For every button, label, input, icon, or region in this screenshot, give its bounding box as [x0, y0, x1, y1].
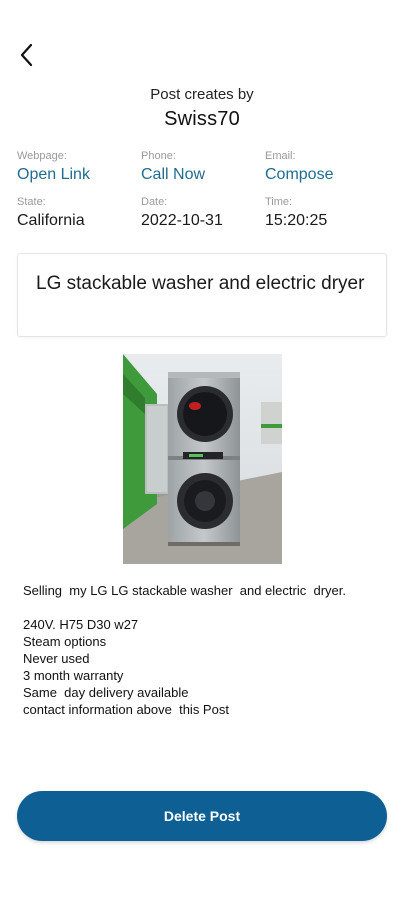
call-now-link[interactable]: Call Now — [141, 164, 265, 186]
webpage-label: Webpage: — [17, 150, 67, 162]
post-title-card: LG stackable washer and electric dryer — [17, 253, 387, 337]
open-link[interactable]: Open Link — [17, 164, 141, 186]
date-label: Date: — [141, 196, 168, 208]
email-info: Email: Compose — [265, 150, 389, 186]
description-line: 3 month warranty — [23, 668, 124, 683]
date-info: Date: 2022-10-31 — [141, 196, 265, 232]
post-description: Selling my LG LG stackable washer and el… — [23, 582, 393, 718]
post-title: LG stackable washer and electric dryer — [36, 273, 365, 294]
compose-email-link[interactable]: Compose — [265, 164, 389, 186]
date-value: 2022-10-31 — [141, 212, 223, 229]
description-line: Selling my LG LG stackable washer and el… — [23, 583, 346, 598]
back-button[interactable] — [12, 40, 40, 70]
state-value: California — [17, 212, 85, 229]
email-label: Email: — [265, 150, 296, 162]
time-info: Time: 15:20:25 — [265, 196, 389, 232]
webpage-info: Webpage: Open Link — [17, 150, 141, 186]
state-info: State: California — [17, 196, 141, 232]
description-line: contact information above this Post — [23, 702, 229, 717]
washer-dryer-photo — [123, 354, 282, 564]
description-line: Same day delivery available — [23, 685, 189, 700]
description-line — [23, 599, 393, 616]
phone-label: Phone: — [141, 150, 176, 162]
phone-info: Phone: Call Now — [141, 150, 265, 186]
description-line: Steam options — [23, 634, 107, 649]
post-info-grid: Webpage: Open Link Phone: Call Now Email… — [17, 150, 397, 232]
delete-post-button[interactable]: Delete Post — [17, 791, 387, 841]
post-header: Post creates by Swiss70 — [0, 86, 404, 132]
post-photo[interactable] — [123, 354, 282, 564]
post-author-caption: Post creates by — [150, 86, 254, 103]
state-label: State: — [17, 196, 46, 208]
chevron-left-icon — [20, 43, 33, 67]
time-label: Time: — [265, 196, 293, 208]
description-line: 240V. H75 D30 w27 — [23, 617, 139, 632]
time-value: 15:20:25 — [265, 212, 328, 229]
post-author-name: Swiss70 — [164, 108, 240, 130]
description-line: Never used — [23, 651, 90, 666]
